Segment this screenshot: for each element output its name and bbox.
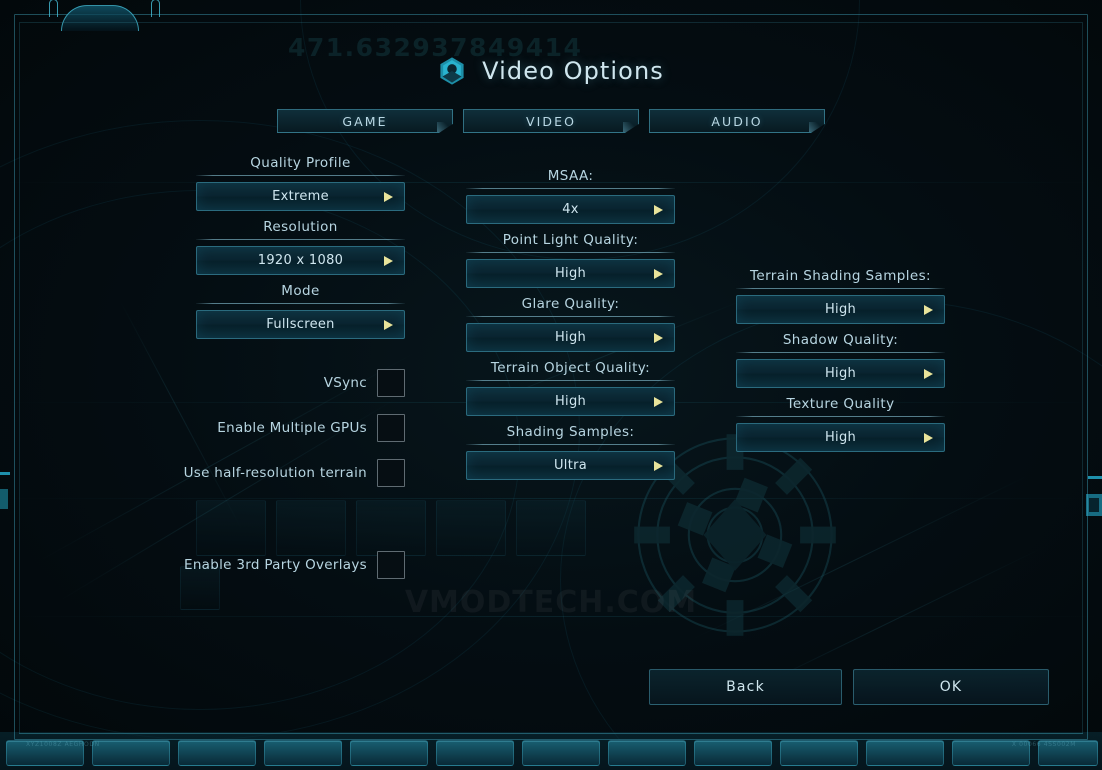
right-settings-column: Terrain Shading Samples: High Shadow Qua… bbox=[736, 268, 945, 460]
chevron-right-icon bbox=[654, 268, 663, 279]
chevron-right-icon bbox=[924, 368, 933, 379]
checkbox-row-half-res-terrain[interactable]: Use half-resolution terrain bbox=[172, 459, 405, 487]
dropdown-value: Ultra bbox=[553, 458, 588, 473]
page-title-text: Video Options bbox=[482, 57, 664, 85]
hex-gem-icon bbox=[440, 57, 464, 85]
checkbox-label: Enable Multiple GPUs bbox=[217, 420, 367, 436]
label-rule bbox=[466, 188, 675, 189]
setting-msaa: MSAA: 4x bbox=[466, 168, 675, 224]
terrain-object-quality-dropdown[interactable]: High bbox=[466, 387, 675, 416]
setting-terrain-shading-samples: Terrain Shading Samples: High bbox=[736, 268, 945, 324]
setting-glare-quality: Glare Quality: High bbox=[466, 296, 675, 352]
setting-texture-quality: Texture Quality High bbox=[736, 396, 945, 452]
tab-audio[interactable]: AUDIO bbox=[649, 109, 825, 133]
label-rule bbox=[736, 352, 945, 353]
tab-video-label: VIDEO bbox=[525, 113, 577, 129]
label-rule bbox=[736, 416, 945, 417]
chevron-right-icon bbox=[654, 204, 663, 215]
setting-label: Terrain Object Quality: bbox=[490, 360, 651, 376]
setting-mode: Mode Fullscreen bbox=[196, 283, 405, 339]
label-rule bbox=[466, 380, 675, 381]
setting-label: Shading Samples: bbox=[506, 424, 635, 440]
setting-terrain-object-quality: Terrain Object Quality: High bbox=[466, 360, 675, 416]
resolution-dropdown[interactable]: 1920 x 1080 bbox=[196, 246, 405, 275]
setting-shading-samples: Shading Samples: Ultra bbox=[466, 424, 675, 480]
chevron-right-icon bbox=[384, 255, 393, 266]
tab-game-label: GAME bbox=[342, 113, 388, 129]
chevron-right-icon bbox=[384, 191, 393, 202]
left-settings-column: Quality Profile Extreme Resolution 1920 … bbox=[196, 155, 405, 347]
label-rule bbox=[466, 252, 675, 253]
setting-label: Shadow Quality: bbox=[782, 332, 899, 348]
label-rule bbox=[196, 175, 405, 176]
texture-quality-dropdown[interactable]: High bbox=[736, 423, 945, 452]
setting-label: Resolution bbox=[263, 219, 338, 235]
dropdown-value: Fullscreen bbox=[266, 317, 335, 332]
dropdown-value: High bbox=[824, 430, 857, 445]
middle-settings-column: MSAA: 4x Point Light Quality: High Glare… bbox=[466, 168, 675, 488]
dropdown-value: 4x bbox=[562, 202, 579, 217]
label-rule bbox=[466, 444, 675, 445]
checkbox-row-multi-gpu[interactable]: Enable Multiple GPUs bbox=[172, 414, 405, 442]
chevron-right-icon bbox=[654, 396, 663, 407]
page-title: Video Options bbox=[0, 56, 1102, 86]
tab-audio-label: AUDIO bbox=[711, 113, 763, 129]
back-button[interactable]: Back bbox=[649, 669, 842, 705]
dropdown-value: High bbox=[554, 394, 587, 409]
shading-samples-dropdown[interactable]: Ultra bbox=[466, 451, 675, 480]
setting-label: Quality Profile bbox=[250, 155, 351, 171]
setting-resolution: Resolution 1920 x 1080 bbox=[196, 219, 405, 275]
setting-point-light-quality: Point Light Quality: High bbox=[466, 232, 675, 288]
dropdown-value: High bbox=[824, 302, 857, 317]
tab-video[interactable]: VIDEO bbox=[463, 109, 639, 133]
multiple-gpus-checkbox[interactable] bbox=[377, 414, 405, 442]
dropdown-value: Extreme bbox=[272, 189, 329, 204]
terrain-shading-samples-dropdown[interactable]: High bbox=[736, 295, 945, 324]
setting-label: Mode bbox=[281, 283, 320, 299]
checkbox-label: VSync bbox=[323, 375, 367, 391]
chevron-right-icon bbox=[924, 304, 933, 315]
checkbox-label: Use half-resolution terrain bbox=[183, 465, 367, 481]
dropdown-value: 1920 x 1080 bbox=[257, 253, 344, 268]
checkbox-label: Enable 3rd Party Overlays bbox=[184, 557, 367, 573]
tab-game[interactable]: GAME bbox=[277, 109, 453, 133]
setting-label: Glare Quality: bbox=[521, 296, 620, 312]
vsync-checkbox[interactable] bbox=[377, 369, 405, 397]
chevron-right-icon bbox=[654, 460, 663, 471]
chevron-right-icon bbox=[924, 432, 933, 443]
mode-dropdown[interactable]: Fullscreen bbox=[196, 310, 405, 339]
setting-shadow-quality: Shadow Quality: High bbox=[736, 332, 945, 388]
label-rule bbox=[466, 316, 675, 317]
checkbox-row-3rd-party-overlays[interactable]: Enable 3rd Party Overlays bbox=[172, 551, 405, 579]
dropdown-value: High bbox=[554, 266, 587, 281]
glare-quality-dropdown[interactable]: High bbox=[466, 323, 675, 352]
label-rule bbox=[196, 303, 405, 304]
third-party-overlays-checkbox[interactable] bbox=[377, 551, 405, 579]
setting-label: Texture Quality bbox=[786, 396, 895, 412]
quality-profile-dropdown[interactable]: Extreme bbox=[196, 182, 405, 211]
tab-bar: GAME VIDEO AUDIO bbox=[277, 109, 825, 133]
msaa-dropdown[interactable]: 4x bbox=[466, 195, 675, 224]
dropdown-value: High bbox=[824, 366, 857, 381]
game-options-screen: XYZ1008Z AEGHODN X 00066 4SS002M 471.632… bbox=[0, 0, 1102, 770]
label-rule bbox=[736, 288, 945, 289]
options-content: Video Options GAME VIDEO AUDIO Quality P… bbox=[0, 0, 1102, 770]
ok-button[interactable]: OK bbox=[853, 669, 1049, 705]
label-rule bbox=[196, 239, 405, 240]
chevron-right-icon bbox=[654, 332, 663, 343]
shadow-quality-dropdown[interactable]: High bbox=[736, 359, 945, 388]
point-light-quality-dropdown[interactable]: High bbox=[466, 259, 675, 288]
chevron-right-icon bbox=[384, 319, 393, 330]
half-resolution-terrain-checkbox[interactable] bbox=[377, 459, 405, 487]
setting-label: Terrain Shading Samples: bbox=[750, 268, 931, 284]
setting-label: Point Light Quality: bbox=[502, 232, 639, 248]
setting-quality-profile: Quality Profile Extreme bbox=[196, 155, 405, 211]
checkbox-row-vsync[interactable]: VSync bbox=[172, 369, 405, 397]
dropdown-value: High bbox=[554, 330, 587, 345]
setting-label: MSAA: bbox=[547, 168, 594, 184]
